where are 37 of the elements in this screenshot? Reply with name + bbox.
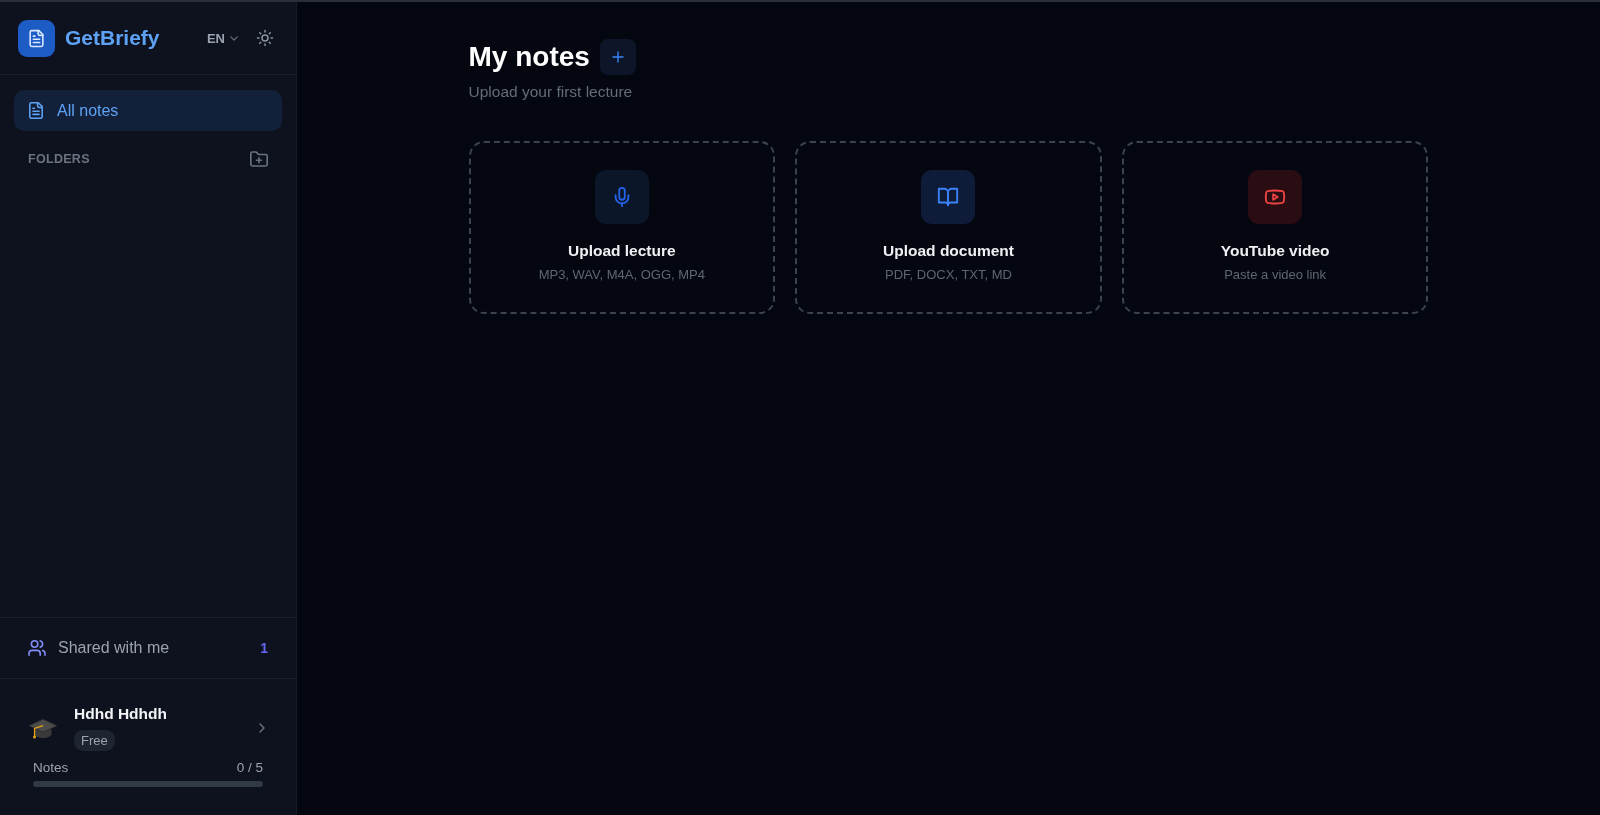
plus-icon — [611, 51, 624, 63]
usage-label: Notes — [33, 760, 69, 775]
page-subtitle: Upload your first lecture — [468, 83, 633, 101]
document-icon — [29, 102, 43, 119]
source-card[interactable]: YouTube video Paste a video link — [1121, 141, 1429, 314]
card-title: Upload document — [883, 242, 1014, 260]
card-hint: MP3, WAV, M4A, OGG, MP4 — [538, 267, 706, 282]
sun-icon — [256, 29, 274, 47]
brand-name: GetBriefy — [65, 26, 160, 50]
usage-value: 0 / 5 — [236, 760, 263, 775]
shared-with-me-link[interactable]: Shared with me 1 — [14, 628, 282, 668]
card-title: Upload lecture — [568, 242, 676, 260]
language-selector[interactable]: EN — [206, 30, 238, 46]
card-hint: PDF, DOCX, TXT, MD — [885, 267, 1012, 282]
users-icon — [28, 640, 46, 656]
add-note-button[interactable] — [599, 39, 636, 75]
microphone-icon — [594, 170, 649, 224]
nav-item[interactable]: All notes — [14, 90, 282, 131]
video-play-icon — [1248, 170, 1303, 224]
new-folder-button[interactable] — [250, 151, 268, 167]
user-name: Hdhd Hdhdh — [74, 705, 167, 723]
chevron-right-icon — [259, 723, 265, 733]
folders-heading: FOLDERS — [28, 152, 90, 166]
plan-badge: Free — [74, 730, 115, 751]
chevron-down-icon — [230, 35, 238, 41]
page-title: My notes — [468, 41, 590, 73]
card-hint: Paste a video link — [1224, 267, 1327, 282]
source-card[interactable]: Upload document PDF, DOCX, TXT, MD — [795, 141, 1102, 314]
source-card[interactable]: Upload lecture MP3, WAV, M4A, OGG, MP4 — [468, 141, 776, 314]
theme-toggle-button[interactable] — [256, 29, 274, 47]
folder-plus-icon — [250, 151, 268, 167]
shared-count: 1 — [260, 640, 268, 656]
document-icon — [18, 19, 55, 57]
open-book-icon — [921, 170, 976, 224]
user-profile-button[interactable]: Hdhd Hdhdh Free — [28, 705, 268, 751]
card-title: YouTube video — [1220, 242, 1330, 260]
graduation-cap-icon — [28, 716, 58, 740]
